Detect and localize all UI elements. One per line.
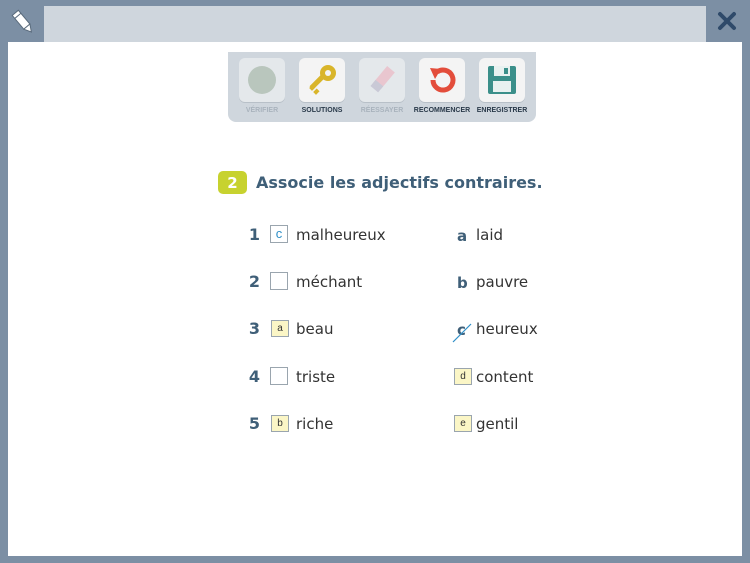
left-word: malheureux <box>296 226 386 244</box>
exercise-sheet: VÉRIFIER SOLUTIONS RÉESSAYER RECOMMENCER… <box>8 42 742 556</box>
close-icon <box>718 12 736 30</box>
right-letter: b <box>457 274 468 292</box>
answer-tag[interactable]: a <box>271 320 289 337</box>
app-frame: VÉRIFIER SOLUTIONS RÉESSAYER RECOMMENCER… <box>0 0 750 563</box>
left-row-number: 4 <box>248 367 260 386</box>
left-word: triste <box>296 368 336 386</box>
restart-icon <box>430 67 456 93</box>
left-row-number: 3 <box>248 319 260 338</box>
answer-box[interactable]: c <box>270 225 288 243</box>
left-word: méchant <box>296 273 363 291</box>
answer-box[interactable] <box>270 367 288 385</box>
save-label: ENREGISTRER <box>476 107 528 114</box>
pencil-button[interactable] <box>2 2 44 42</box>
verify-label: VÉRIFIER <box>245 107 279 114</box>
right-letter: a <box>457 227 468 245</box>
pencil-icon <box>11 9 33 33</box>
right-letter-tag[interactable]: e <box>454 415 472 432</box>
left-row-number: 5 <box>248 414 260 433</box>
right-word: heureux <box>476 320 538 338</box>
close-button[interactable] <box>706 2 748 42</box>
right-word: content <box>476 368 534 386</box>
toolbar: VÉRIFIER SOLUTIONS RÉESSAYER RECOMMENCER… <box>228 52 536 122</box>
save-button[interactable]: ENREGISTRER <box>472 58 532 114</box>
solutions-label: SOLUTIONS <box>301 107 343 114</box>
right-letter-tag[interactable]: d <box>454 368 472 385</box>
exercise-instruction: Associe les adjectifs contraires. <box>256 173 543 192</box>
retry-label: RÉESSAYER <box>360 107 404 114</box>
top-bar <box>44 6 706 42</box>
right-word: laid <box>476 226 504 244</box>
left-word: riche <box>296 415 334 433</box>
save-icon <box>488 66 516 94</box>
retry-button[interactable]: RÉESSAYER <box>352 58 412 114</box>
solutions-button[interactable]: SOLUTIONS <box>292 58 352 114</box>
exercise-header: 2 Associe les adjectifs contraires. <box>218 171 543 194</box>
circle-icon <box>248 66 276 94</box>
exercise-number-badge: 2 <box>218 171 247 194</box>
right-word: pauvre <box>476 273 529 291</box>
left-row-number: 2 <box>248 272 260 291</box>
eraser-icon <box>370 66 395 93</box>
answer-box[interactable] <box>270 272 288 290</box>
right-word: gentil <box>476 415 519 433</box>
answer-tag[interactable]: b <box>271 415 289 432</box>
strikethrough-mark <box>452 323 472 343</box>
left-row-number: 1 <box>248 225 260 244</box>
key-icon <box>309 65 336 95</box>
restart-label: RECOMMENCER <box>413 107 471 114</box>
left-word: beau <box>296 320 334 338</box>
verify-button[interactable]: VÉRIFIER <box>232 58 292 114</box>
restart-button[interactable]: RECOMMENCER <box>412 58 472 114</box>
